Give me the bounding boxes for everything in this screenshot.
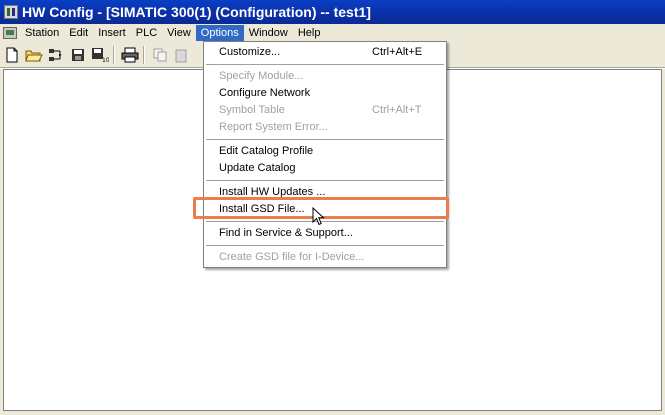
menu-help[interactable]: Help xyxy=(293,25,326,41)
menu-item-customize[interactable]: Customize... Ctrl+Alt+E xyxy=(205,44,445,61)
menu-item-edit-catalog-profile[interactable]: Edit Catalog Profile xyxy=(205,143,445,160)
menu-item-update-catalog[interactable]: Update Catalog xyxy=(205,160,445,177)
menu-station[interactable]: Station xyxy=(20,25,64,41)
toolbar-separator xyxy=(113,45,115,64)
document-system-menu-icon[interactable] xyxy=(3,27,17,39)
svg-text:10: 10 xyxy=(102,57,109,63)
menu-separator xyxy=(206,180,444,181)
menu-plc[interactable]: PLC xyxy=(131,25,162,41)
save-compile-icon[interactable]: 10 xyxy=(90,45,110,65)
menu-item-report-system-error[interactable]: Report System Error... xyxy=(205,119,445,136)
menu-item-specify-module[interactable]: Specify Module... xyxy=(205,68,445,85)
network-icon[interactable] xyxy=(46,45,66,65)
menu-item-create-gsd-for-i-device[interactable]: Create GSD file for I-Device... xyxy=(205,249,445,266)
open-icon[interactable] xyxy=(24,45,44,65)
title-bar: HW Config - [SIMATIC 300(1) (Configurati… xyxy=(0,0,665,24)
toolbar-separator xyxy=(143,45,145,64)
menu-separator xyxy=(206,245,444,246)
menu-separator xyxy=(206,64,444,65)
copy-icon xyxy=(150,45,170,65)
menu-insert[interactable]: Insert xyxy=(93,25,131,41)
menu-item-configure-network[interactable]: Configure Network xyxy=(205,85,445,102)
save-icon[interactable] xyxy=(68,45,88,65)
menu-item-find-in-service-support[interactable]: Find in Service & Support... xyxy=(205,225,445,242)
new-icon[interactable] xyxy=(2,45,22,65)
window-bottom-edge xyxy=(0,411,665,415)
window-title: HW Config - [SIMATIC 300(1) (Configurati… xyxy=(22,4,371,20)
print-icon[interactable] xyxy=(120,45,140,65)
menu-window[interactable]: Window xyxy=(244,25,293,41)
paste-icon xyxy=(172,45,192,65)
menu-view[interactable]: View xyxy=(162,25,196,41)
hw-config-app-icon[interactable] xyxy=(4,5,18,19)
menu-edit[interactable]: Edit xyxy=(64,25,93,41)
menu-options[interactable]: Options xyxy=(195,25,244,41)
menu-bar: Station Edit Insert PLC View Options Win… xyxy=(0,24,665,42)
mouse-cursor-icon xyxy=(312,207,325,226)
menu-separator xyxy=(206,139,444,140)
options-menu: Customize... Ctrl+Alt+E Specify Module..… xyxy=(203,41,447,268)
menu-item-symbol-table[interactable]: Symbol Table Ctrl+Alt+T xyxy=(205,102,445,119)
